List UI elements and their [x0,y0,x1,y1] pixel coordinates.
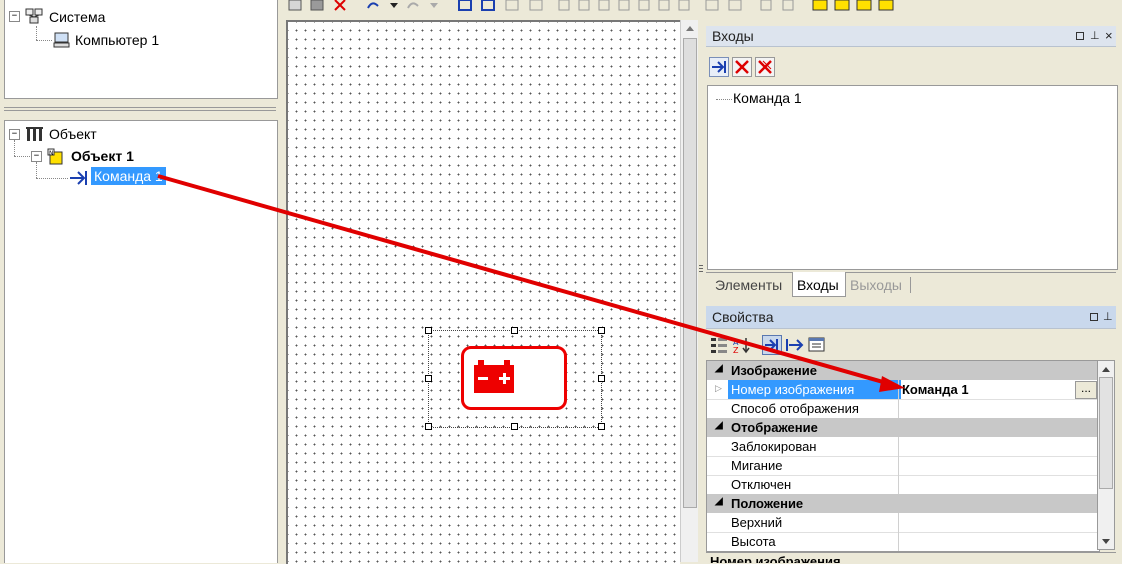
resize-handle-r[interactable] [598,375,605,382]
property-category-display[interactable]: ◢ Отображение [707,418,1097,437]
property-row-top[interactable]: Верхний [707,513,1097,533]
tab-outputs[interactable]: Выходы [850,277,902,293]
system-tree-panel: − Система Компьютер 1 [4,0,278,99]
property-pages-icon[interactable] [808,336,826,357]
right-splitter[interactable] [698,20,704,562]
properties-panel-header: Свойства ⊥ [706,306,1116,329]
system-network-icon [25,8,43,27]
property-category-position[interactable]: ◢ Положение [707,494,1097,513]
ellipsis-button[interactable]: ... [1075,381,1097,399]
property-row-locked[interactable]: Заблокирован [707,437,1097,457]
scroll-up-icon[interactable] [1098,361,1114,377]
property-grid-scrollbar[interactable] [1097,360,1115,550]
property-value[interactable] [898,437,1099,456]
object-icon: N [47,148,65,168]
battery-icon [472,359,516,398]
property-name: Верхний [731,515,783,530]
toolbar-icons[interactable] [286,0,906,14]
collapse-system-toggle[interactable]: − [9,11,20,22]
collapse-triangle-icon: ◢ [715,363,723,374]
output-properties-icon[interactable] [785,336,805,357]
tab-inputs-label: Входы [797,277,839,293]
inputs-panel-close-icon[interactable]: × [1105,26,1113,46]
tree-item-object-root[interactable]: Объект [49,126,97,142]
input-properties-icon[interactable] [762,335,782,358]
property-value[interactable] [898,456,1099,475]
property-value[interactable]: Команда 1 [898,380,1099,399]
canvas-scrollbar[interactable] [680,20,699,562]
property-row-height[interactable]: Высота [707,532,1099,551]
property-row-image-number[interactable]: ▷ Номер изображения Команда 1 ... [707,380,1097,400]
property-name: Номер изображения [728,380,901,399]
tree-item-object-1[interactable]: Объект 1 [71,148,134,164]
property-category-image[interactable]: ◢ Изображение [707,361,1097,380]
properties-panel-pin-icon[interactable]: ⊥ [1103,306,1113,328]
add-input-icon[interactable] [709,57,729,80]
properties-panel-title: Свойства [712,309,774,325]
tab-elements[interactable]: Элементы [715,277,782,293]
collapse-triangle-icon: ◢ [715,496,723,507]
resize-handle-br[interactable] [598,423,605,430]
canvas-scroll-thumb[interactable] [683,38,697,508]
property-row-blinking[interactable]: Мигание [707,456,1097,476]
property-category-label: Положение [731,496,804,511]
properties-toolbar: AZ [706,334,846,356]
collapse-object-toggle[interactable]: − [9,129,20,140]
inputs-panel-title: Входы [712,28,754,44]
property-grid: ◢ Изображение ▷ Номер изображения Команд… [706,360,1100,552]
svg-text:Z: Z [733,346,739,354]
property-row-disabled[interactable]: Отключен [707,475,1097,495]
row-pointer-icon: ▷ [715,383,722,393]
inputs-panel-header: Входы ⊥ × [706,26,1116,47]
property-value[interactable] [898,513,1099,532]
property-value[interactable] [898,532,1099,551]
computer-icon [53,32,71,51]
resize-handle-t[interactable] [511,327,518,334]
tree-item-system[interactable]: Система [49,9,105,25]
scroll-down-icon[interactable] [1098,533,1114,549]
property-value[interactable] [898,399,1099,418]
delete-input-icon[interactable] [732,57,752,80]
property-name: Способ отображения [731,401,859,416]
property-category-label: Отображение [731,420,818,435]
toolbar [286,0,906,14]
tree-item-command-1[interactable]: Команда 1 [91,167,166,185]
collapse-object1-toggle[interactable]: − [31,151,42,162]
property-name: Отключен [731,477,792,492]
battery-image-element[interactable] [461,346,567,410]
command-input-icon [69,169,89,190]
inputs-list: Команда 1 [707,85,1118,270]
property-name: Заблокирован [731,439,817,454]
property-value[interactable] [898,475,1099,494]
categorized-sort-icon[interactable] [710,336,728,357]
property-scroll-thumb[interactable] [1099,377,1113,489]
collapse-triangle-icon: ◢ [715,420,723,431]
resize-handle-tr[interactable] [598,327,605,334]
inputs-panel-restore-icon[interactable] [1076,32,1084,40]
property-name: Высота [731,534,776,549]
resize-handle-b[interactable] [511,423,518,430]
object-tree-panel: − Объект − N Объект 1 Команда 1 [4,120,278,563]
delete-all-inputs-icon[interactable] [755,57,775,80]
resize-handle-l[interactable] [425,375,432,382]
left-splitter[interactable] [4,100,276,118]
property-name: Мигание [731,458,783,473]
resize-handle-tl[interactable] [425,327,432,334]
property-category-label: Изображение [731,363,817,378]
input-item-command-1[interactable]: Команда 1 [733,90,802,106]
object-group-icon [25,126,45,145]
resize-handle-bl[interactable] [425,423,432,430]
alphabetical-sort-icon[interactable]: AZ [732,336,752,357]
properties-panel-restore-icon[interactable] [1090,313,1098,321]
inputs-toolbar [706,56,806,78]
tree-item-computer[interactable]: Компьютер 1 [75,32,159,48]
panel-tabs: Элементы Входы Выходы [706,272,1116,297]
tab-inputs[interactable]: Входы [792,272,846,297]
property-description: Номер изображения [706,552,1116,563]
svg-text:N: N [49,150,54,157]
design-canvas[interactable] [286,20,680,564]
inputs-panel-pin-icon[interactable]: ⊥ [1090,26,1100,46]
property-row-display-mode[interactable]: Способ отображения [707,399,1097,419]
